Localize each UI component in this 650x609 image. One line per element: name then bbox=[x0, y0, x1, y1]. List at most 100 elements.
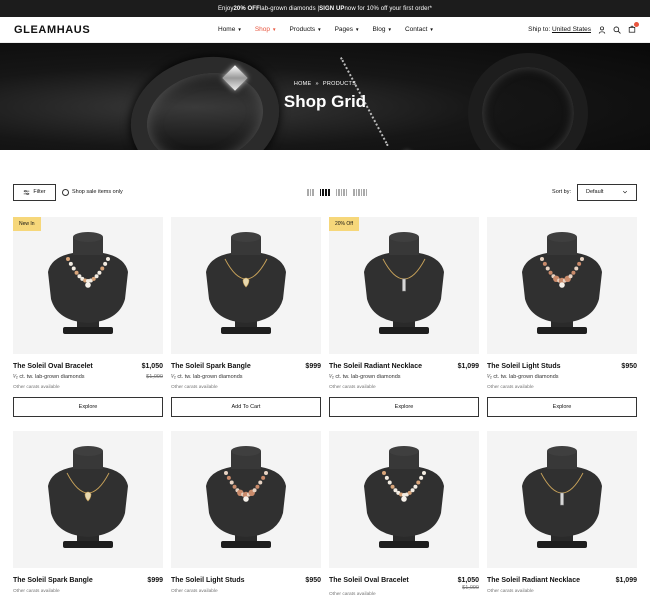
chevron-down-icon: ▼ bbox=[429, 27, 434, 32]
product-card[interactable]: The Soleil Light Studs $950 ¹⁄₂ ct. tw. l… bbox=[487, 217, 637, 417]
page-hero: HOME » PRODUCTS Shop Grid bbox=[0, 43, 650, 150]
product-image[interactable] bbox=[13, 431, 163, 568]
bar-pendant bbox=[560, 492, 564, 506]
product-carat: ¹⁄₂ ct. tw. lab-grown diamonds bbox=[171, 374, 243, 380]
nav-products[interactable]: Products ▼ bbox=[289, 26, 321, 33]
filter-button[interactable]: Filter bbox=[13, 183, 56, 201]
chevron-down-icon: ▼ bbox=[387, 27, 392, 32]
product-price: $999 bbox=[305, 363, 321, 370]
ship-to-selector[interactable]: Ship to: United States bbox=[528, 26, 591, 33]
product-availability-note: Other carats available bbox=[329, 385, 376, 390]
product-availability-note: Other carats available bbox=[171, 589, 218, 594]
breadcrumb-home[interactable]: HOME bbox=[294, 81, 312, 87]
product-price: $1,099 bbox=[615, 577, 637, 584]
layout-4-columns-icon[interactable] bbox=[319, 188, 330, 196]
bust-top bbox=[547, 232, 577, 242]
nav-shop[interactable]: Shop ▼ bbox=[255, 26, 277, 33]
product-price: $1,050 bbox=[141, 363, 163, 370]
layout-6-columns-icon[interactable] bbox=[353, 188, 368, 196]
product-title[interactable]: The Soleil Light Studs bbox=[171, 577, 245, 584]
sliders-icon bbox=[24, 189, 30, 195]
product-title[interactable]: The Soleil Radiant Necklace bbox=[329, 363, 422, 370]
bust-top bbox=[73, 232, 103, 242]
product-carat: ¹⁄₂ ct. tw. lab-grown diamonds bbox=[487, 374, 559, 380]
product-price: $999 bbox=[147, 577, 163, 584]
sort-value: Default bbox=[586, 189, 604, 195]
nav-blog[interactable]: Blog ▼ bbox=[373, 26, 392, 33]
bust-base bbox=[63, 327, 113, 334]
product-image[interactable] bbox=[171, 431, 321, 568]
product-image[interactable] bbox=[329, 431, 479, 568]
necklace-bust-image bbox=[522, 232, 602, 334]
sale-only-label: Shop sale items only bbox=[72, 189, 123, 195]
product-title[interactable]: The Soleil Spark Bangle bbox=[13, 577, 93, 584]
bust-body bbox=[522, 253, 602, 323]
nav-label: Products bbox=[289, 26, 316, 33]
product-title[interactable]: The Soleil Spark Bangle bbox=[171, 363, 251, 370]
product-image[interactable] bbox=[487, 431, 637, 568]
product-image[interactable]: New In bbox=[13, 217, 163, 354]
necklace-bust-image bbox=[48, 232, 128, 334]
pendant bbox=[559, 282, 565, 288]
product-image[interactable] bbox=[487, 217, 637, 354]
necklace-bust-image bbox=[364, 446, 444, 548]
sale-only-toggle[interactable]: Shop sale items only bbox=[62, 188, 123, 196]
explore-button[interactable]: Explore bbox=[487, 397, 637, 417]
product-title[interactable]: The Soleil Oval Bracelet bbox=[13, 363, 93, 370]
product-card[interactable]: The Soleil Light Studs $950 Other carats … bbox=[171, 431, 321, 594]
pendant bbox=[401, 496, 407, 502]
product-card[interactable]: The Soleil Spark Bangle $999 Other carats… bbox=[13, 431, 163, 594]
product-old-price: $1,090 bbox=[146, 374, 163, 380]
nav-label: Contact bbox=[404, 26, 428, 33]
hero-text: HOME » PRODUCTS Shop Grid bbox=[0, 81, 650, 112]
product-image[interactable]: 20% Off bbox=[329, 217, 479, 354]
product-availability-note: Other carats available bbox=[13, 589, 60, 594]
product-price: $950 bbox=[305, 577, 321, 584]
pendant bbox=[243, 496, 249, 502]
header-actions: Ship to: United States bbox=[528, 21, 639, 35]
checkbox-icon[interactable] bbox=[62, 188, 69, 196]
sort-select[interactable]: Default bbox=[577, 183, 637, 201]
product-title[interactable]: The Soleil Oval Bracelet bbox=[329, 577, 409, 584]
product-card[interactable]: The Soleil Radiant Necklace $1,099 Other … bbox=[487, 431, 637, 594]
necklace-bust-image bbox=[48, 446, 128, 548]
main-nav: Home ▼ Shop ▼ Products ▼ Pages ▼ Blog ▼ Conta… bbox=[218, 26, 434, 33]
search-icon[interactable] bbox=[613, 26, 621, 34]
announcement-signup[interactable]: SIGN UP bbox=[319, 6, 344, 12]
shop-toolbar: Filter Shop sale items only Sort by: Def… bbox=[13, 183, 637, 201]
cart-button[interactable] bbox=[628, 21, 639, 35]
layout-5-columns-icon[interactable] bbox=[335, 188, 348, 196]
nav-home[interactable]: Home ▼ bbox=[218, 26, 242, 33]
chevron-down-icon: ▼ bbox=[272, 27, 277, 32]
announcement-post: now for 10% off your first order* bbox=[344, 5, 433, 12]
product-title[interactable]: The Soleil Light Studs bbox=[487, 363, 561, 370]
product-card[interactable]: New In The Soleil Oval Bracelet $1,050 ¹⁄… bbox=[13, 217, 163, 417]
explore-button[interactable]: Explore bbox=[13, 397, 163, 417]
nav-pages[interactable]: Pages ▼ bbox=[335, 26, 360, 33]
nav-contact[interactable]: Contact ▼ bbox=[405, 26, 434, 33]
breadcrumb-separator: » bbox=[315, 81, 319, 87]
nav-label: Pages bbox=[334, 26, 354, 33]
sort-label: Sort by: bbox=[552, 189, 571, 195]
bust-base bbox=[537, 327, 587, 334]
add-to-cart-button[interactable]: Add To Cart bbox=[171, 397, 321, 417]
brand-logo[interactable]: GLEAMHAUS bbox=[14, 24, 90, 36]
filter-label: Filter bbox=[33, 189, 46, 195]
product-card[interactable]: 20% Off The Soleil Radiant Necklace $1,09… bbox=[329, 217, 479, 417]
bust-top bbox=[389, 232, 419, 242]
product-price: $1,099 bbox=[457, 363, 479, 370]
product-card[interactable]: The Soleil Spark Bangle $999 ¹⁄₂ ct. tw. … bbox=[171, 217, 321, 417]
product-availability-note: Other carats available bbox=[171, 385, 218, 390]
announcement-mid: lab-grown diamonds | bbox=[259, 5, 320, 12]
ship-to-country[interactable]: United States bbox=[552, 26, 591, 33]
product-title[interactable]: The Soleil Radiant Necklace bbox=[487, 577, 580, 584]
layout-3-columns-icon[interactable] bbox=[307, 188, 314, 196]
explore-button[interactable]: Explore bbox=[329, 397, 479, 417]
product-image[interactable] bbox=[171, 217, 321, 354]
product-availability-note: Other carats available bbox=[13, 385, 60, 390]
product-availability-note: Other carats available bbox=[329, 592, 376, 597]
announcement-discount: 20% OFF bbox=[233, 5, 260, 12]
product-card[interactable]: The Soleil Oval Bracelet $1,050 $1,090 Ot… bbox=[329, 431, 479, 597]
user-icon[interactable] bbox=[598, 25, 606, 34]
chevron-down-icon bbox=[622, 190, 628, 194]
